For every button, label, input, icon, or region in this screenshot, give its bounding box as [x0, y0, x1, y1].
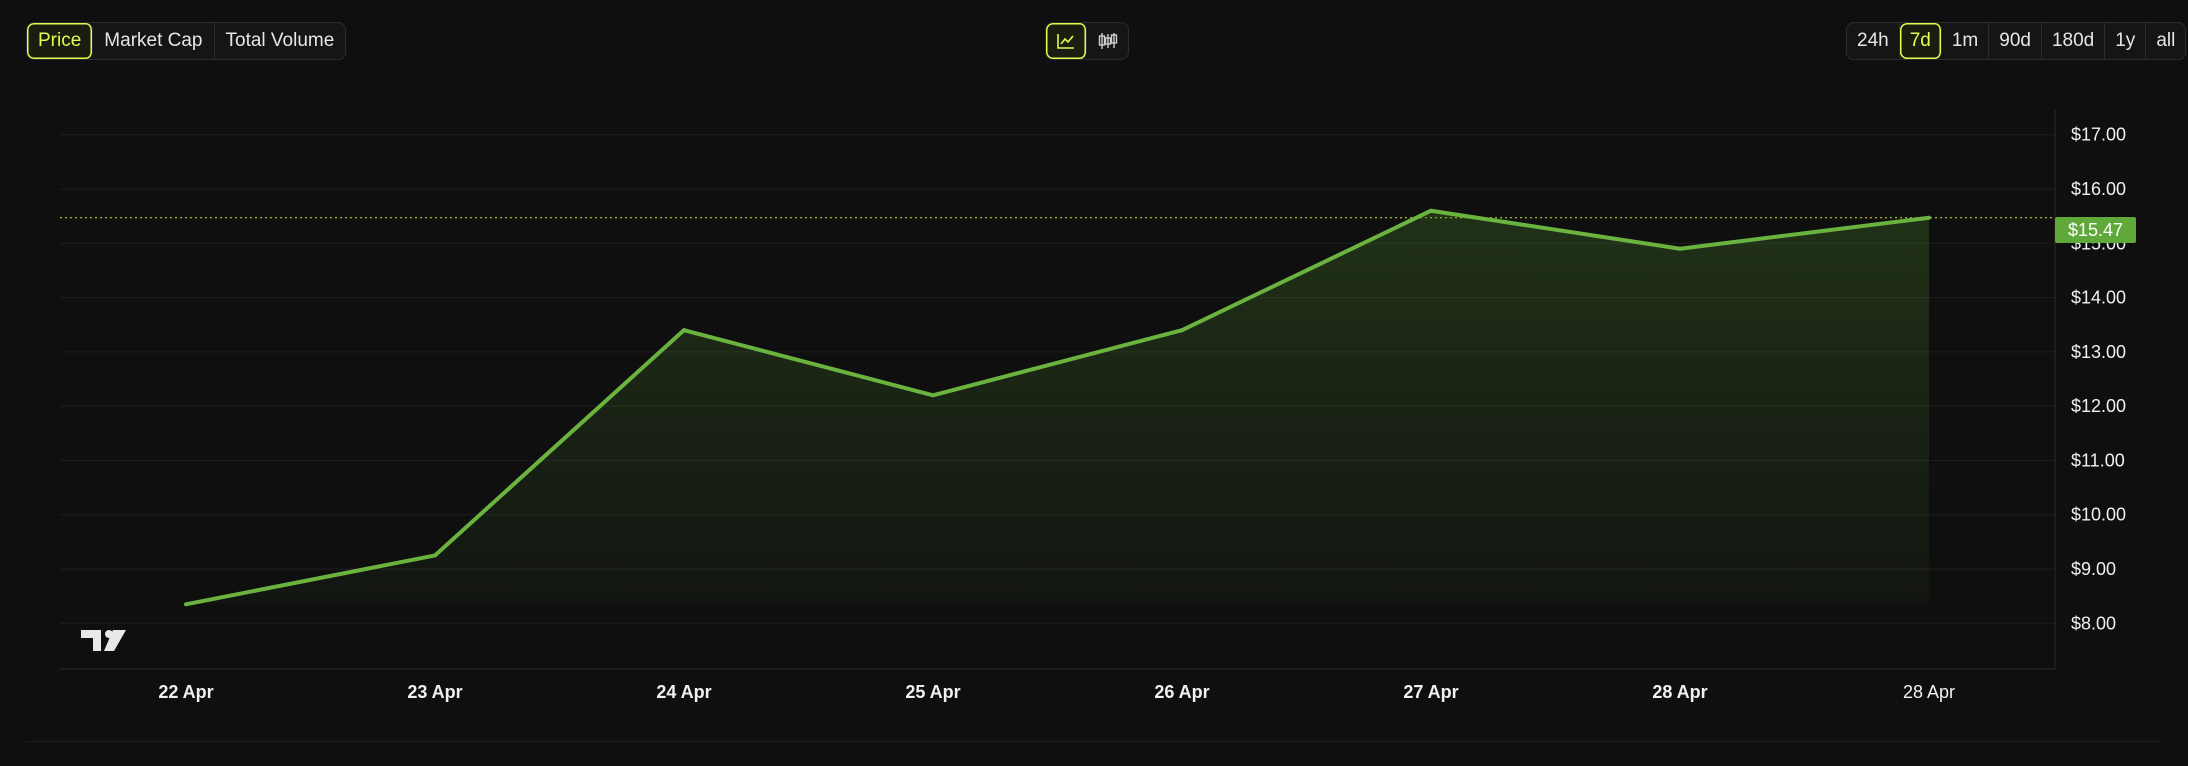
y-tick-label: $14.00 [2071, 288, 2126, 308]
x-tick-label: 28 Apr [1652, 682, 1707, 702]
x-tick-label: 25 Apr [905, 682, 960, 702]
data-point [1429, 208, 1433, 213]
price-chart: $17.00$16.00$15.00$14.00$13.00$12.00$11.… [60, 110, 2126, 702]
bottom-divider [26, 741, 2162, 742]
y-tick-label: $11.00 [2071, 450, 2125, 470]
y-tick-label: $13.00 [2071, 342, 2126, 362]
y-tick-label: $9.00 [2071, 559, 2116, 579]
x-tick-label: 23 Apr [407, 682, 462, 702]
y-tick-label: $16.00 [2071, 179, 2126, 199]
x-tick-label: 22 Apr [158, 682, 213, 702]
current-price-tag: $15.47 [2055, 217, 2136, 243]
data-point [1678, 246, 1682, 251]
data-point [184, 602, 188, 607]
y-tick-label: $12.00 [2071, 396, 2126, 416]
data-point [931, 393, 935, 398]
tradingview-logo-icon [81, 630, 126, 651]
x-tick-label: 27 Apr [1403, 682, 1458, 702]
data-point [682, 328, 686, 333]
x-tick-label: 24 Apr [656, 682, 711, 702]
x-tick-label: 26 Apr [1154, 682, 1209, 702]
data-point [433, 553, 437, 558]
y-tick-label: $10.00 [2071, 505, 2126, 525]
x-tick-label: 28 Apr [1903, 682, 1955, 702]
data-point [1180, 328, 1184, 333]
y-tick-label: $17.00 [2071, 125, 2126, 145]
y-tick-label: $8.00 [2071, 613, 2116, 633]
data-point [1927, 215, 1931, 220]
